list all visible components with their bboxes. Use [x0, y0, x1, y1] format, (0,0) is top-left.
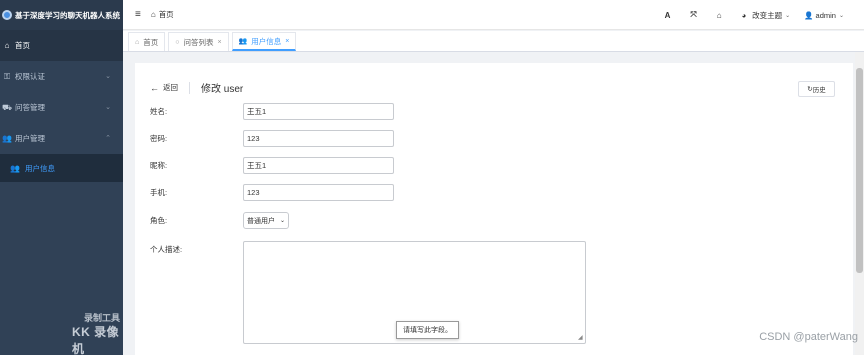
arrow-left-icon: ←: [150, 82, 159, 93]
home-icon[interactable]: ⌂: [717, 11, 722, 20]
top-header: ≡ ⌂ 首页 A ⤧ ⌂ ◕ 改变主题 ⌄ 👤 admin ⌄: [123, 0, 864, 30]
chevron-up-icon: ⌃: [105, 135, 111, 142]
logo-icon: [2, 10, 12, 20]
sidebar-item-auth[interactable]: ⚿ 权限认证 ⌄: [0, 61, 123, 92]
sidebar-item-label: 权限认证: [15, 72, 45, 81]
nickname-label: 昵称:: [150, 161, 168, 170]
back-button[interactable]: ← 返回: [150, 82, 178, 93]
history-label: 历史: [812, 87, 826, 94]
breadcrumb: ⌂ 首页: [151, 9, 174, 20]
sidebar-menu: ⌂ 首页 ⚿ 权限认证 ⌄ ⛟ 问答管理 ⌄ 👥 用户管理 ⌃ 👥 用户信息: [0, 30, 123, 182]
chevron-down-icon: ⌄: [105, 104, 111, 111]
users-icon: 👥: [10, 163, 20, 173]
phone-input[interactable]: 123: [243, 184, 394, 201]
car-icon: ⛟: [1, 102, 13, 112]
close-icon[interactable]: ×: [217, 39, 221, 46]
nickname-input[interactable]: 王五1: [243, 157, 394, 174]
breadcrumb-item[interactable]: 首页: [159, 9, 174, 20]
user-menu[interactable]: 👤 admin ⌄: [804, 11, 844, 20]
scrollbar-thumb[interactable]: [856, 68, 863, 273]
description-label: 个人描述:: [150, 245, 183, 254]
theme-switcher[interactable]: ◕ 改变主题 ⌄: [742, 10, 791, 21]
phone-label: 手机:: [150, 188, 168, 197]
form-row-description: 个人描述:: [150, 244, 243, 255]
password-input[interactable]: 123: [243, 130, 394, 147]
tab-home[interactable]: ⌂ 首页: [128, 32, 166, 51]
user-label: admin: [815, 10, 836, 20]
csdn-watermark: CSDN @paterWang: [759, 331, 858, 343]
users-icon: 👥: [2, 134, 12, 143]
chevron-down-icon: ⌄: [280, 218, 286, 224]
sidebar-item-users[interactable]: 👥 用户管理 ⌃: [0, 123, 123, 154]
form-row-role: 角色: 普通用户 ⌄: [150, 212, 290, 229]
user-icon: 👤: [804, 10, 814, 20]
form-row-phone: 手机: 123: [150, 184, 394, 201]
close-icon[interactable]: ×: [285, 38, 289, 45]
sidebar-item-label: 问答管理: [15, 103, 45, 112]
sidebar-item-home[interactable]: ⌂ 首页: [0, 30, 123, 61]
tab-bar: ⌂ 首页 ○ 问答列表 × 👥 用户信息 ×: [123, 31, 864, 52]
form-row-name: 姓名: 王五1: [150, 103, 394, 120]
tab-label: 用户信息: [251, 36, 282, 46]
sidebar-item-label: 首页: [15, 41, 30, 50]
password-label: 密码:: [150, 134, 168, 143]
role-label: 角色:: [150, 216, 168, 225]
name-input[interactable]: 王五1: [243, 103, 394, 120]
role-value: 普通用户: [247, 217, 275, 225]
sidebar: 基于深度学习的聊天机器人系统 ⌂ 首页 ⚿ 权限认证 ⌄ ⛟ 问答管理 ⌄ 👥 …: [0, 0, 123, 355]
kk-watermark: KK 录像机: [72, 325, 120, 355]
palette-icon: ◕: [741, 10, 747, 20]
chevron-down-icon: ⌄: [105, 73, 111, 80]
user-key-icon: ⚿: [3, 71, 11, 81]
circle-icon: ○: [175, 38, 180, 46]
fullscreen-icon[interactable]: ⤧: [690, 10, 696, 20]
divider: [189, 81, 190, 94]
sidebar-item-qa[interactable]: ⛟ 问答管理 ⌄: [0, 92, 123, 123]
page-header: ← 返回 修改 user: [150, 80, 243, 95]
name-label: 姓名:: [150, 107, 168, 116]
home-icon: ⌂: [4, 41, 10, 50]
form-row-password: 密码: 123: [150, 130, 394, 147]
tab-user-info[interactable]: 👥 用户信息 ×: [231, 32, 297, 51]
theme-label: 改变主题: [752, 10, 783, 20]
sidebar-subitem-user-info[interactable]: 👥 用户信息: [0, 154, 123, 182]
hamburger-icon[interactable]: ≡: [135, 9, 141, 20]
home-icon: ⌂: [135, 38, 140, 46]
font-size-icon[interactable]: A: [665, 11, 671, 20]
home-icon: ⌂: [150, 10, 156, 19]
form-row-nickname: 昵称: 王五1: [150, 157, 394, 174]
chevron-down-icon: ⌄: [785, 12, 791, 19]
history-button[interactable]: ↻ 历史: [798, 81, 835, 97]
tab-label: 首页: [143, 37, 159, 47]
chevron-down-icon: ⌄: [838, 12, 844, 19]
validation-tooltip: 请填写此字段。: [396, 321, 459, 339]
role-select[interactable]: 普通用户 ⌄: [243, 212, 290, 229]
page-title: 修改 user: [201, 84, 244, 95]
sidebar-subitem-label: 用户信息: [24, 163, 55, 173]
back-label: 返回: [163, 83, 178, 92]
tab-label: 问答列表: [183, 37, 214, 47]
app-title: 基于深度学习的聊天机器人系统: [15, 10, 120, 20]
tab-qa-list[interactable]: ○ 问答列表 ×: [168, 32, 229, 51]
edit-user-card: ← 返回 修改 user ↻ 历史 姓名: 王五1 密码: 123 昵称: 王五…: [135, 63, 853, 355]
users-icon: 👥: [238, 38, 248, 45]
brand: 基于深度学习的聊天机器人系统: [0, 0, 123, 30]
header-actions: A ⤧ ⌂ ◕ 改变主题 ⌄ 👤 admin ⌄: [665, 0, 864, 30]
sidebar-item-label: 用户管理: [15, 134, 45, 143]
